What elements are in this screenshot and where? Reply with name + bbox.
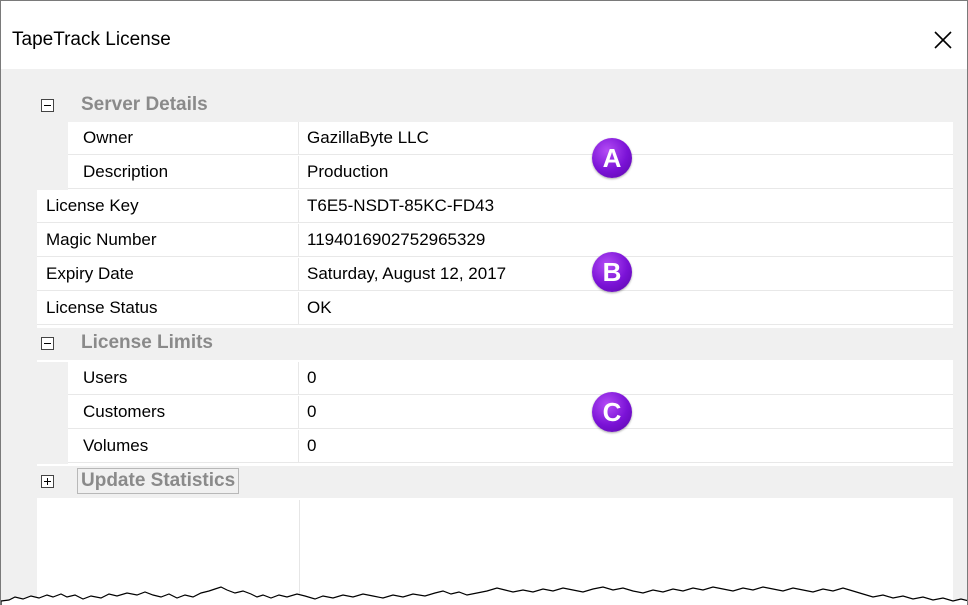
property-value: 0 — [307, 436, 317, 455]
category-update-statistics[interactable]: Update Statistics — [37, 466, 953, 498]
property-name: License Status — [46, 298, 158, 317]
annotation-badge-a: A — [592, 138, 632, 178]
annotation-badge-c: C — [592, 392, 632, 432]
property-row-volumes[interactable]: Volumes 0 — [37, 430, 953, 464]
category-label: Update Statistics — [77, 468, 240, 494]
property-name: Magic Number — [46, 230, 157, 249]
property-value: Saturday, August 12, 2017 — [307, 264, 507, 283]
property-value: 1194016902752965329 — [307, 230, 486, 249]
property-name-cell: License Key — [37, 190, 299, 223]
property-name: Description — [83, 162, 169, 181]
property-name-cell: Magic Number — [37, 224, 299, 257]
property-name: Users — [83, 368, 128, 387]
property-name: License Key — [46, 196, 139, 215]
property-name-cell: License Status — [37, 292, 299, 325]
row-gutter — [37, 122, 68, 156]
property-row-expiry-date[interactable]: Expiry Date Saturday, August 12, 2017 — [37, 258, 953, 292]
property-name-cell: Customers — [68, 396, 299, 429]
property-value: OK — [307, 298, 332, 317]
category-license-limits[interactable]: License Limits — [37, 328, 953, 360]
category-label: Server Details — [81, 94, 208, 115]
property-name-cell: Volumes — [68, 430, 299, 463]
property-value-cell[interactable]: 0 — [299, 362, 953, 395]
collapse-icon[interactable] — [41, 99, 54, 112]
property-value-cell[interactable]: 1194016902752965329 — [299, 224, 953, 257]
collapse-icon[interactable] — [41, 337, 54, 350]
row-gutter — [37, 362, 68, 396]
property-grid[interactable]: Server Details Owner GazillaByte LLC Des… — [37, 90, 953, 605]
window-title: TapeTrack License — [12, 29, 171, 50]
property-value-cell[interactable]: OK — [299, 292, 953, 325]
property-value-cell[interactable]: 0 — [299, 430, 953, 463]
property-row-license-status[interactable]: License Status OK — [37, 292, 953, 326]
property-value: 0 — [307, 402, 317, 421]
property-name-cell: Expiry Date — [37, 258, 299, 291]
property-row-description[interactable]: Description Production — [37, 156, 953, 190]
close-button[interactable] — [919, 19, 967, 61]
property-row-license-key[interactable]: License Key T6E5-NSDT-85KC-FD43 — [37, 190, 953, 224]
row-gutter — [37, 430, 68, 464]
property-value: GazillaByte LLC — [307, 128, 429, 147]
property-name: Owner — [83, 128, 134, 147]
category-server-details[interactable]: Server Details — [37, 90, 953, 122]
property-value: 0 — [307, 368, 317, 387]
title-bar[interactable]: TapeTrack License — [1, 1, 967, 69]
property-row-customers[interactable]: Customers 0 — [37, 396, 953, 430]
close-icon — [934, 31, 952, 49]
property-value-cell[interactable]: T6E5-NSDT-85KC-FD43 — [299, 190, 953, 223]
annotation-badge-b: B — [592, 252, 632, 292]
row-gutter — [37, 396, 68, 430]
property-name: Volumes — [83, 436, 149, 455]
property-value: T6E5-NSDT-85KC-FD43 — [307, 196, 495, 215]
category-label: License Limits — [81, 332, 213, 353]
row-gutter — [37, 156, 68, 190]
property-name-cell: Users — [68, 362, 299, 395]
property-name: Expiry Date — [46, 264, 134, 283]
property-name: Customers — [83, 402, 166, 421]
expand-icon[interactable] — [41, 475, 54, 488]
property-value: Production — [307, 162, 389, 181]
property-name-cell: Description — [68, 156, 299, 189]
license-window: TapeTrack License Server Details Owner G… — [0, 0, 968, 605]
property-row-magic-number[interactable]: Magic Number 1194016902752965329 — [37, 224, 953, 258]
torn-edge-decoration — [1, 586, 967, 605]
property-row-users[interactable]: Users 0 — [37, 362, 953, 396]
property-name-cell: Owner — [68, 122, 299, 155]
property-row-owner[interactable]: Owner GazillaByte LLC — [37, 122, 953, 156]
